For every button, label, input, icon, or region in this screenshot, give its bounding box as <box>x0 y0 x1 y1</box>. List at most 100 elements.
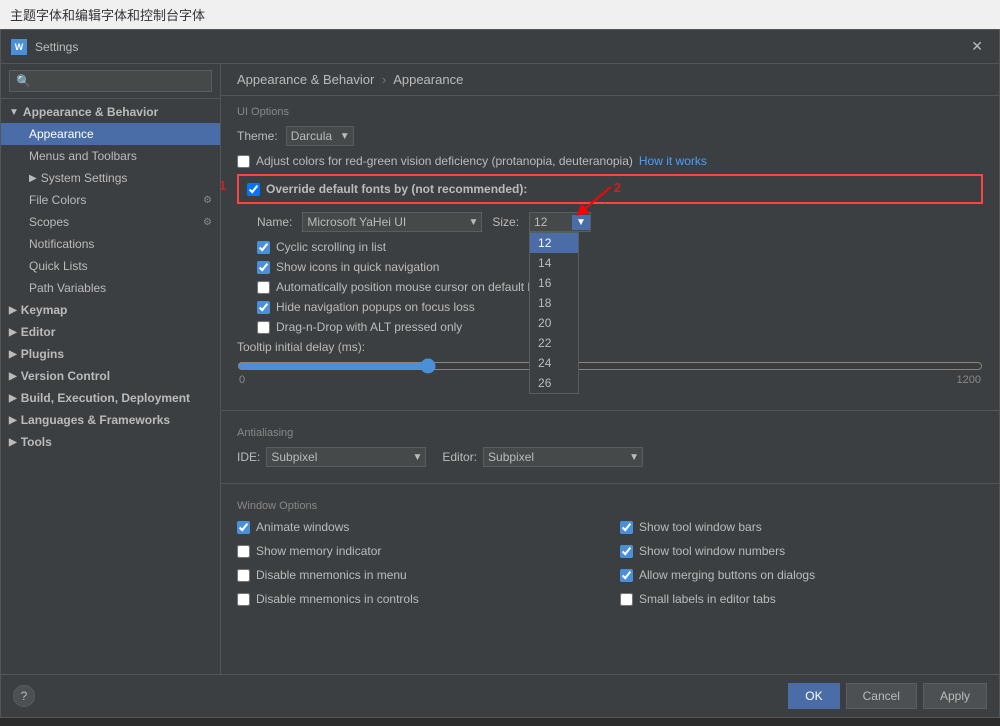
show-tool-bars-checkbox[interactable] <box>620 521 633 534</box>
show-icons-label: Show icons in quick navigation <box>276 260 439 274</box>
animate-windows-label: Animate windows <box>256 520 349 534</box>
adjust-colors-label: Adjust colors for red-green vision defic… <box>256 154 633 168</box>
how-it-works-link[interactable]: How it works <box>639 154 707 168</box>
size-dropdown-arrow[interactable]: ▼ <box>572 215 590 230</box>
antialias-row: IDE: Subpixel None Greyscale ▼ Editor: <box>237 447 983 467</box>
ui-options-section: UI Options Theme: Darcula ▼ Adjust color… <box>221 96 999 402</box>
sidebar-item-plugins[interactable]: ▶ Plugins <box>1 343 220 365</box>
disable-mnemonics-menu-checkbox[interactable] <box>237 569 250 582</box>
settings-dialog: W Settings ✕ ▼ Appearance & Behavior App… <box>0 29 1000 718</box>
slider-row <box>237 358 983 374</box>
drag-drop-row: Drag-n-Drop with ALT pressed only <box>257 320 983 334</box>
size-option-12[interactable]: 12 <box>530 233 578 253</box>
disable-mnemonics-menu-label: Disable mnemonics in menu <box>256 568 407 582</box>
tooltip-slider[interactable] <box>237 358 983 374</box>
show-tool-numbers-row: Show tool window numbers <box>620 544 983 558</box>
divider-1 <box>221 410 999 411</box>
sidebar-item-languages[interactable]: ▶ Languages & Frameworks <box>1 409 220 431</box>
disable-mnemonics-controls-checkbox[interactable] <box>237 593 250 606</box>
editor-arrow: ▶ <box>9 327 17 338</box>
size-option-18[interactable]: 18 <box>530 293 578 313</box>
editor-antialias-group: Editor: Subpixel None Greyscale ▼ <box>442 447 643 467</box>
allow-merging-checkbox[interactable] <box>620 569 633 582</box>
sidebar-item-menus-toolbars[interactable]: Menus and Toolbars <box>1 145 220 167</box>
hide-nav-checkbox[interactable] <box>257 301 270 314</box>
divider-2 <box>221 483 999 484</box>
disable-mnemonics-controls-row: Disable mnemonics in controls <box>237 592 600 606</box>
sidebar-item-editor[interactable]: ▶ Editor <box>1 321 220 343</box>
animate-windows-row: Animate windows <box>237 520 600 534</box>
override-fonts-box: Override default fonts by (not recommend… <box>237 174 983 204</box>
size-label: Size: <box>492 215 519 229</box>
size-option-22[interactable]: 22 <box>530 333 578 353</box>
auto-mouse-checkbox[interactable] <box>257 281 270 294</box>
sidebar-item-appearance-behavior[interactable]: ▼ Appearance & Behavior <box>1 101 220 123</box>
show-memory-checkbox[interactable] <box>237 545 250 558</box>
ide-select[interactable]: Subpixel None Greyscale <box>266 447 426 467</box>
sidebar-item-system-settings[interactable]: ▶ System Settings <box>1 167 220 189</box>
theme-select-wrapper: Darcula ▼ <box>286 126 354 146</box>
apply-button[interactable]: Apply <box>923 683 987 709</box>
small-labels-label: Small labels in editor tabs <box>639 592 776 606</box>
top-label: 主题字体和编辑字体和控制台字体 <box>0 0 1000 29</box>
breadcrumb-sep: › <box>382 72 386 87</box>
sidebar-item-scopes[interactable]: Scopes ⚙ <box>1 211 220 233</box>
size-option-20[interactable]: 20 <box>530 313 578 333</box>
sidebar-item-keymap[interactable]: ▶ Keymap <box>1 299 220 321</box>
sidebar-item-tools[interactable]: ▶ Tools <box>1 431 220 453</box>
size-option-14[interactable]: 14 <box>530 253 578 273</box>
breadcrumb: Appearance & Behavior › Appearance <box>221 64 999 96</box>
window-options-section: Window Options Animate windows Show tool… <box>221 492 999 620</box>
sidebar-item-version-control[interactable]: ▶ Version Control <box>1 365 220 387</box>
ide-antialias-group: IDE: Subpixel None Greyscale ▼ <box>237 447 426 467</box>
allow-merging-label: Allow merging buttons on dialogs <box>639 568 815 582</box>
drag-drop-checkbox[interactable] <box>257 321 270 334</box>
nav-group: ▼ Appearance & Behavior Appearance Menus… <box>1 99 220 455</box>
sidebar-item-appearance[interactable]: Appearance <box>1 123 220 145</box>
file-colors-badge: ⚙ <box>203 195 212 206</box>
theme-select[interactable]: Darcula <box>286 126 354 146</box>
show-memory-row: Show memory indicator <box>237 544 600 558</box>
collapse-arrow: ▶ <box>29 173 37 184</box>
sidebar-item-quick-lists[interactable]: Quick Lists <box>1 255 220 277</box>
title-bar: W Settings ✕ <box>1 30 999 64</box>
show-tool-numbers-label: Show tool window numbers <box>639 544 785 558</box>
show-icons-checkbox[interactable] <box>257 261 270 274</box>
animate-windows-checkbox[interactable] <box>237 521 250 534</box>
antialias-section: Antialiasing IDE: Subpixel None Greyscal… <box>221 419 999 475</box>
keymap-arrow: ▶ <box>9 305 17 316</box>
cyclic-scroll-checkbox[interactable] <box>257 241 270 254</box>
close-button[interactable]: ✕ <box>965 36 989 57</box>
theme-row: Theme: Darcula ▼ <box>237 126 983 146</box>
main-layout: ▼ Appearance & Behavior Appearance Menus… <box>1 64 999 674</box>
sidebar-item-file-colors[interactable]: File Colors ⚙ <box>1 189 220 211</box>
adjust-colors-checkbox[interactable] <box>237 155 250 168</box>
cyclic-scroll-row: Cyclic scrolling in list <box>257 240 983 254</box>
font-name-select[interactable]: Microsoft YaHei UI <box>302 212 482 232</box>
small-labels-checkbox[interactable] <box>620 593 633 606</box>
editor-select[interactable]: Subpixel None Greyscale <box>483 447 643 467</box>
sidebar-item-path-variables[interactable]: Path Variables <box>1 277 220 299</box>
show-tool-bars-row: Show tool window bars <box>620 520 983 534</box>
search-input[interactable] <box>9 70 212 92</box>
breadcrumb-current: Appearance <box>393 72 463 87</box>
window-grid: Animate windows Show tool window bars Sh… <box>237 520 983 612</box>
search-bar <box>1 64 220 99</box>
font-name-wrapper: Microsoft YaHei UI ▼ <box>302 212 482 232</box>
cancel-button[interactable]: Cancel <box>846 683 917 709</box>
editor-label: Editor: <box>442 450 477 464</box>
show-icons-row: Show icons in quick navigation <box>257 260 983 274</box>
ui-options-label: UI Options <box>237 106 983 118</box>
show-tool-numbers-checkbox[interactable] <box>620 545 633 558</box>
ok-button[interactable]: OK <box>788 683 839 709</box>
size-input[interactable] <box>530 213 570 231</box>
size-option-16[interactable]: 16 <box>530 273 578 293</box>
size-option-24[interactable]: 24 <box>530 353 578 373</box>
sidebar-item-build[interactable]: ▶ Build, Execution, Deployment <box>1 387 220 409</box>
help-button[interactable]: ? <box>13 685 35 707</box>
sidebar-item-notifications[interactable]: Notifications <box>1 233 220 255</box>
tooltip-label: Tooltip initial delay (ms): <box>237 340 983 354</box>
override-fonts-checkbox[interactable] <box>247 183 260 196</box>
size-option-26[interactable]: 26 <box>530 373 578 393</box>
content-area: Appearance & Behavior › Appearance UI Op… <box>221 64 999 674</box>
